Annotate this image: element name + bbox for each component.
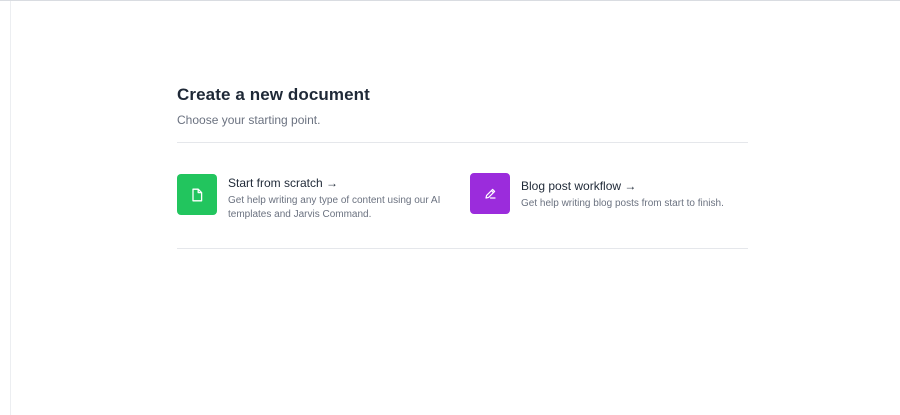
page-subtitle: Choose your starting point. xyxy=(177,113,321,127)
pencil-icon-tile xyxy=(470,173,510,214)
blog-post-workflow-title[interactable]: Blog post workflow → xyxy=(521,178,724,194)
document-icon-tile xyxy=(177,174,217,215)
new-document-panel: Create a new document Choose your starti… xyxy=(177,84,748,249)
start-from-scratch-option[interactable]: Start from scratch → Get help writing an… xyxy=(177,174,457,222)
document-icon xyxy=(192,188,203,201)
blog-post-workflow-description: Get help writing blog posts from start t… xyxy=(521,198,724,209)
start-from-scratch-title[interactable]: Start from scratch → xyxy=(228,175,443,191)
blog-post-workflow-option[interactable]: Blog post workflow → Get help writing bl… xyxy=(470,173,748,214)
divider-bottom xyxy=(177,248,748,249)
start-from-scratch-description: Get help writing any type of content usi… xyxy=(228,195,441,220)
left-sidebar-edge xyxy=(10,1,11,415)
top-border xyxy=(0,0,900,1)
page-title: Create a new document xyxy=(177,85,370,104)
starting-options: Start from scratch → Get help writing an… xyxy=(177,143,748,248)
pencil-icon xyxy=(484,188,496,199)
